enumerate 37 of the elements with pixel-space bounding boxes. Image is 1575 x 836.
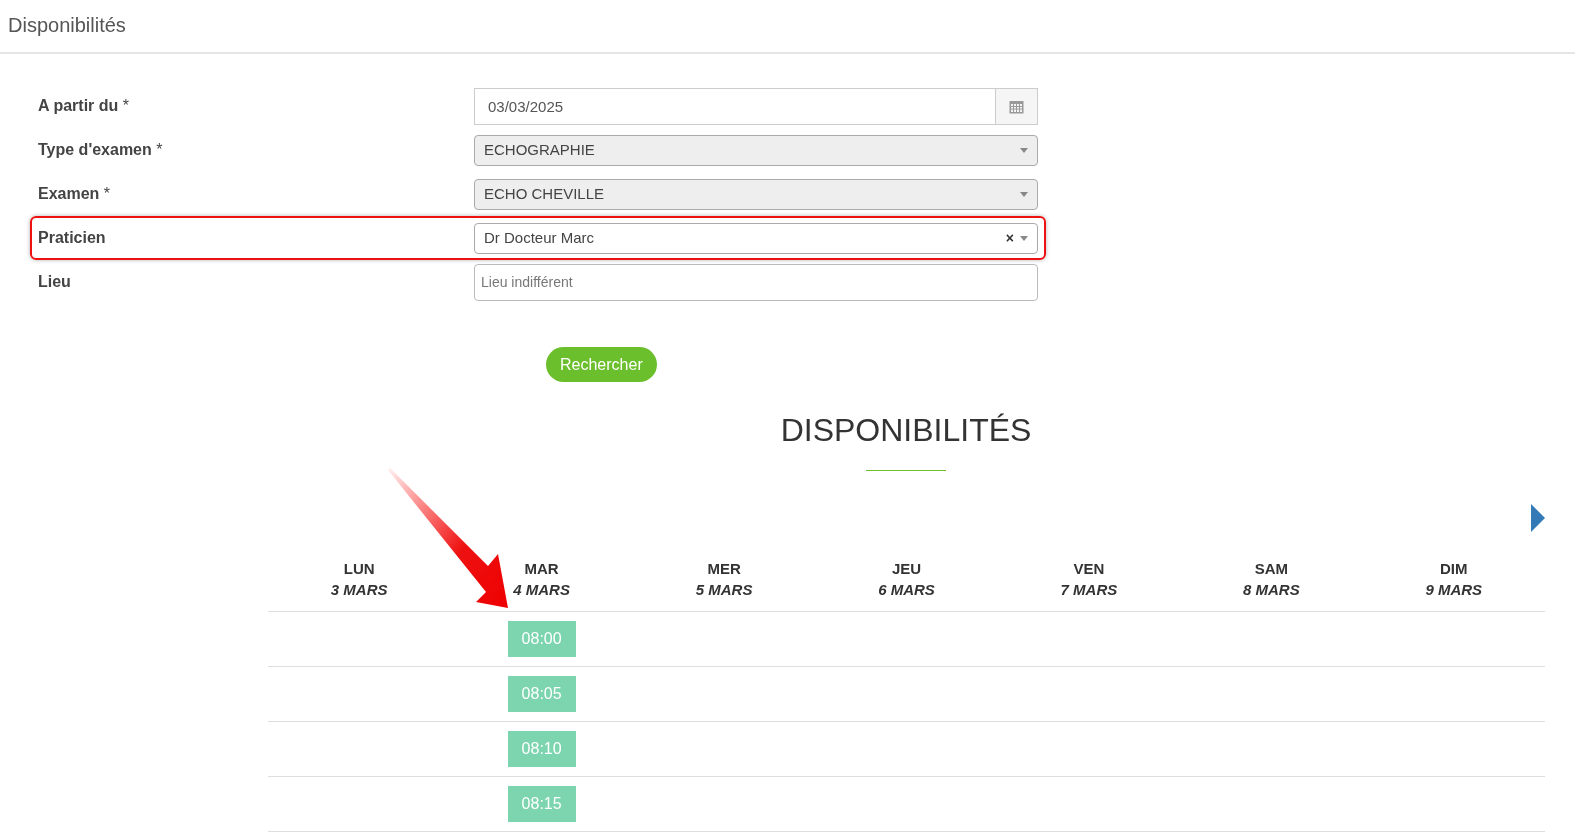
section-title: DISPONIBILITÉS	[779, 411, 1033, 450]
select-field[interactable]: ECHO CHEVILLE	[474, 178, 1038, 210]
page-title: Disponibilités	[8, 13, 127, 38]
select-value: Dr Docteur Marc	[484, 227, 596, 248]
day-date: 5 MARS	[695, 580, 753, 600]
day-name: MER	[707, 559, 741, 579]
day-date: 4 MARS	[513, 580, 570, 600]
dropdown-caret-icon	[1020, 147, 1028, 153]
day-name: DIM	[1440, 559, 1468, 579]
field-label: Praticien	[38, 228, 107, 248]
next-arrow-icon[interactable]	[1530, 503, 1546, 533]
select-field[interactable]: Dr Docteur Marc ×	[474, 222, 1038, 254]
dropdown-caret-icon	[1020, 191, 1028, 197]
dropdown-caret-icon	[1020, 235, 1028, 241]
date-value: 03/03/2025	[487, 96, 565, 117]
day-name: MAR	[524, 559, 559, 579]
calendar-button[interactable]	[995, 88, 1037, 124]
date-field[interactable]: 03/03/2025	[474, 87, 1038, 125]
select-field[interactable]: ECHOGRAPHIE	[474, 134, 1038, 166]
day-name: LUN	[343, 559, 375, 579]
select-value: ECHO CHEVILLE	[484, 183, 606, 204]
field-label: Lieu	[38, 272, 72, 292]
field-label: A partir du *	[38, 96, 130, 116]
clear-button[interactable]: ×	[1005, 227, 1014, 249]
day-name: JEU	[891, 559, 922, 579]
day-date: 7 MARS	[1060, 580, 1118, 600]
day-date: 8 MARS	[1243, 580, 1300, 600]
input-field[interactable]: Lieu indifférent	[474, 263, 1038, 301]
day-date: 9 MARS	[1425, 580, 1483, 600]
day-name: SAM	[1254, 559, 1288, 579]
calendar-icon	[1009, 98, 1024, 114]
day-date: 3 MARS	[330, 580, 388, 600]
day-date: 6 MARS	[878, 580, 935, 600]
select-value: ECHOGRAPHIE	[484, 139, 596, 160]
field-label: Type d'examen *	[38, 140, 164, 160]
day-name: VEN	[1073, 559, 1105, 579]
field-label: Examen *	[38, 184, 112, 204]
